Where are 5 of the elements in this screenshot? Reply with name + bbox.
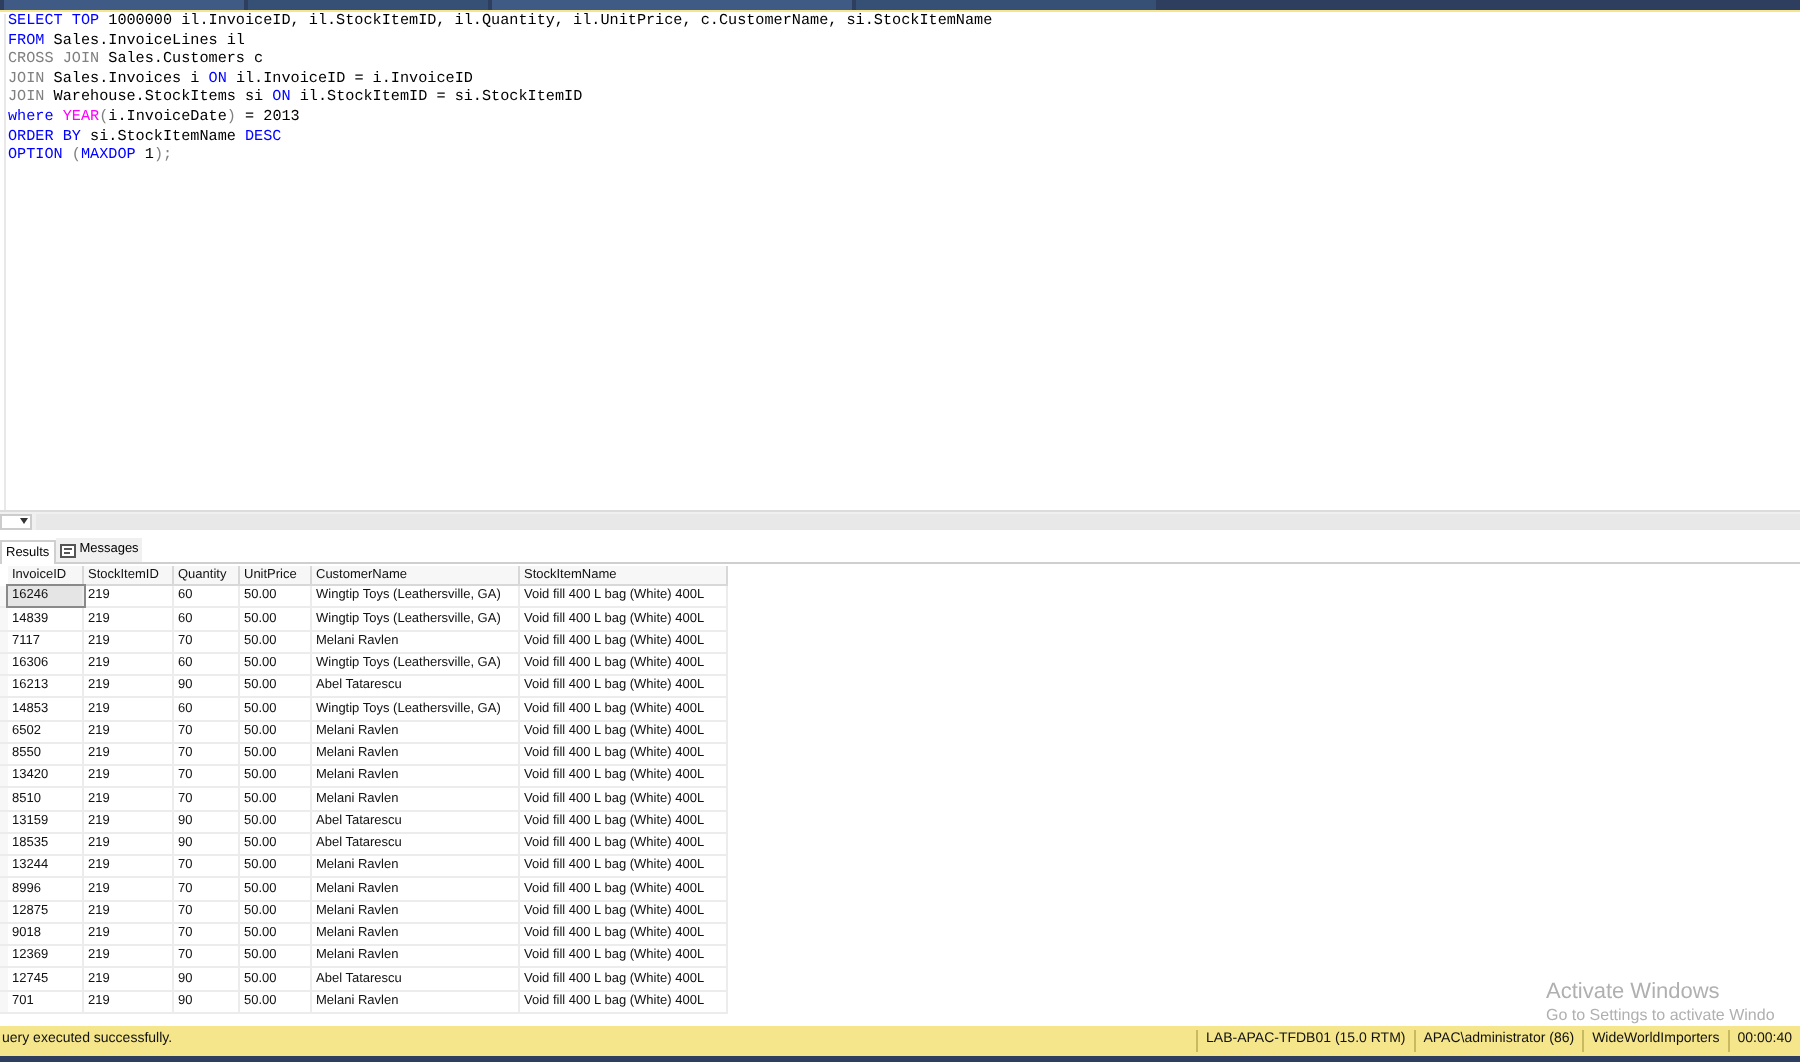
activation-title: Activate Windows [1546, 980, 1722, 1006]
caret-icon [20, 518, 28, 524]
messages-icon [59, 543, 76, 557]
zoom-dropdown[interactable] [0, 513, 32, 529]
activation-subtitle: Go to Settings to activate Windo [1546, 1006, 1775, 1026]
